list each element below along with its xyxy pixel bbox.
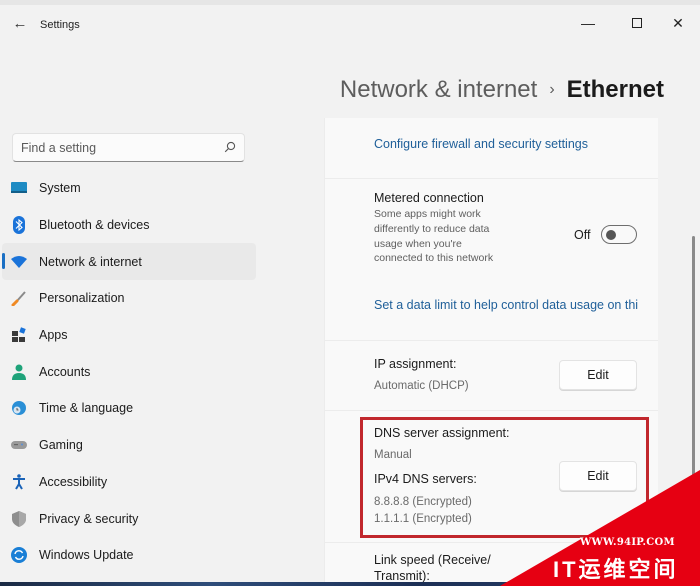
scrollbar-thumb[interactable] bbox=[692, 236, 695, 556]
brush-icon bbox=[10, 289, 28, 307]
toggle-knob bbox=[606, 229, 616, 240]
sidebar-item-label: Privacy & security bbox=[39, 511, 139, 526]
sidebar-item-label: System bbox=[39, 181, 81, 196]
sidebar-item-label: Apps bbox=[39, 328, 68, 343]
link-speed-title-cont: Transmit): bbox=[374, 569, 430, 583]
back-arrow-icon: ← bbox=[12, 15, 28, 32]
dns-assignment-title: DNS server assignment: bbox=[374, 426, 510, 440]
ipv4-dns-title: IPv4 DNS servers: bbox=[374, 472, 477, 486]
close-button[interactable]: ✕ bbox=[658, 9, 698, 37]
page-title: Ethernet bbox=[566, 76, 664, 103]
app-title: Settings bbox=[40, 19, 80, 31]
sidebar-item-apps[interactable]: Apps bbox=[2, 317, 256, 354]
sidebar-item-system[interactable]: System bbox=[2, 170, 256, 207]
system-icon bbox=[10, 179, 28, 197]
sidebar-item-time-language[interactable]: Time & language bbox=[2, 390, 256, 427]
row-divider bbox=[324, 410, 658, 411]
sidebar-item-accessibility[interactable]: Accessibility bbox=[2, 464, 256, 501]
ip-assignment-edit-button[interactable]: Edit bbox=[559, 360, 637, 390]
sidebar-item-label: Gaming bbox=[39, 438, 83, 453]
dns-server-2: 1.1.1.1 (Encrypted) bbox=[374, 513, 472, 525]
ip-assignment-title: IP assignment: bbox=[374, 357, 457, 371]
sidebar-item-label: Network & internet bbox=[39, 254, 142, 269]
sidebar-item-bluetooth[interactable]: Bluetooth & devices bbox=[2, 207, 256, 244]
maximize-icon bbox=[632, 18, 642, 29]
wifi-icon bbox=[10, 253, 28, 271]
search-box[interactable] bbox=[12, 133, 245, 162]
sidebar-item-label: Bluetooth & devices bbox=[39, 218, 150, 233]
globe-clock-icon bbox=[10, 399, 28, 417]
chevron-right-icon: › bbox=[549, 81, 555, 98]
breadcrumb-parent[interactable]: Network & internet bbox=[340, 76, 537, 103]
title-bar: ← Settings — ✕ bbox=[0, 5, 700, 43]
sidebar-item-label: Personalization bbox=[39, 291, 125, 306]
taskbar-edge bbox=[0, 582, 700, 586]
back-button[interactable]: ← bbox=[10, 13, 30, 35]
row-divider bbox=[324, 340, 658, 341]
minimize-icon: — bbox=[581, 15, 595, 31]
metered-connection-description: Some apps might work differently to redu… bbox=[374, 208, 494, 265]
sidebar-item-label: Windows Update bbox=[39, 548, 134, 563]
minimize-button[interactable]: — bbox=[568, 9, 608, 37]
search-icon bbox=[224, 141, 236, 153]
row-divider bbox=[324, 178, 658, 179]
sidebar-item-label: Accessibility bbox=[39, 474, 108, 489]
data-limit-link[interactable]: Set a data limit to help control data us… bbox=[374, 298, 638, 312]
account-icon bbox=[10, 363, 28, 381]
sidebar-item-personalization[interactable]: Personalization bbox=[2, 280, 256, 317]
sidebar-item-label: Accounts bbox=[39, 364, 91, 379]
sidebar-item-gaming[interactable]: Gaming bbox=[2, 427, 256, 464]
dns-server-1: 8.8.8.8 (Encrypted) bbox=[374, 496, 472, 508]
breadcrumb: Network & internet › Ethernet bbox=[340, 76, 664, 104]
dns-assignment-edit-button[interactable]: Edit bbox=[559, 461, 637, 491]
search-input[interactable] bbox=[21, 134, 211, 161]
accessibility-icon bbox=[10, 473, 28, 491]
sidebar-item-accounts[interactable]: Accounts bbox=[2, 353, 256, 390]
sidebar-item-label: Time & language bbox=[39, 401, 134, 416]
metered-connection-title: Metered connection bbox=[374, 191, 484, 205]
metered-connection-toggle[interactable] bbox=[601, 225, 637, 244]
row-divider bbox=[324, 542, 658, 543]
sidebar-nav: System Bluetooth & devices Network & int… bbox=[0, 170, 258, 574]
update-icon bbox=[10, 546, 28, 564]
close-icon: ✕ bbox=[672, 15, 684, 31]
maximize-button[interactable] bbox=[617, 9, 657, 37]
firewall-settings-link[interactable]: Configure firewall and security settings bbox=[374, 137, 588, 151]
sidebar-item-privacy-security[interactable]: Privacy & security bbox=[2, 500, 256, 537]
sidebar-item-windows-update[interactable]: Windows Update bbox=[2, 537, 256, 574]
bluetooth-icon bbox=[10, 216, 28, 235]
link-speed-title: Link speed (Receive/ bbox=[374, 553, 491, 567]
ip-assignment-value: Automatic (DHCP) bbox=[374, 380, 469, 392]
shield-icon bbox=[10, 510, 28, 528]
metered-toggle-state: Off bbox=[574, 228, 591, 242]
sidebar-item-network[interactable]: Network & internet bbox=[2, 243, 256, 281]
dns-assignment-value: Manual bbox=[374, 449, 412, 461]
apps-icon bbox=[10, 326, 28, 344]
gamepad-icon bbox=[10, 436, 28, 454]
